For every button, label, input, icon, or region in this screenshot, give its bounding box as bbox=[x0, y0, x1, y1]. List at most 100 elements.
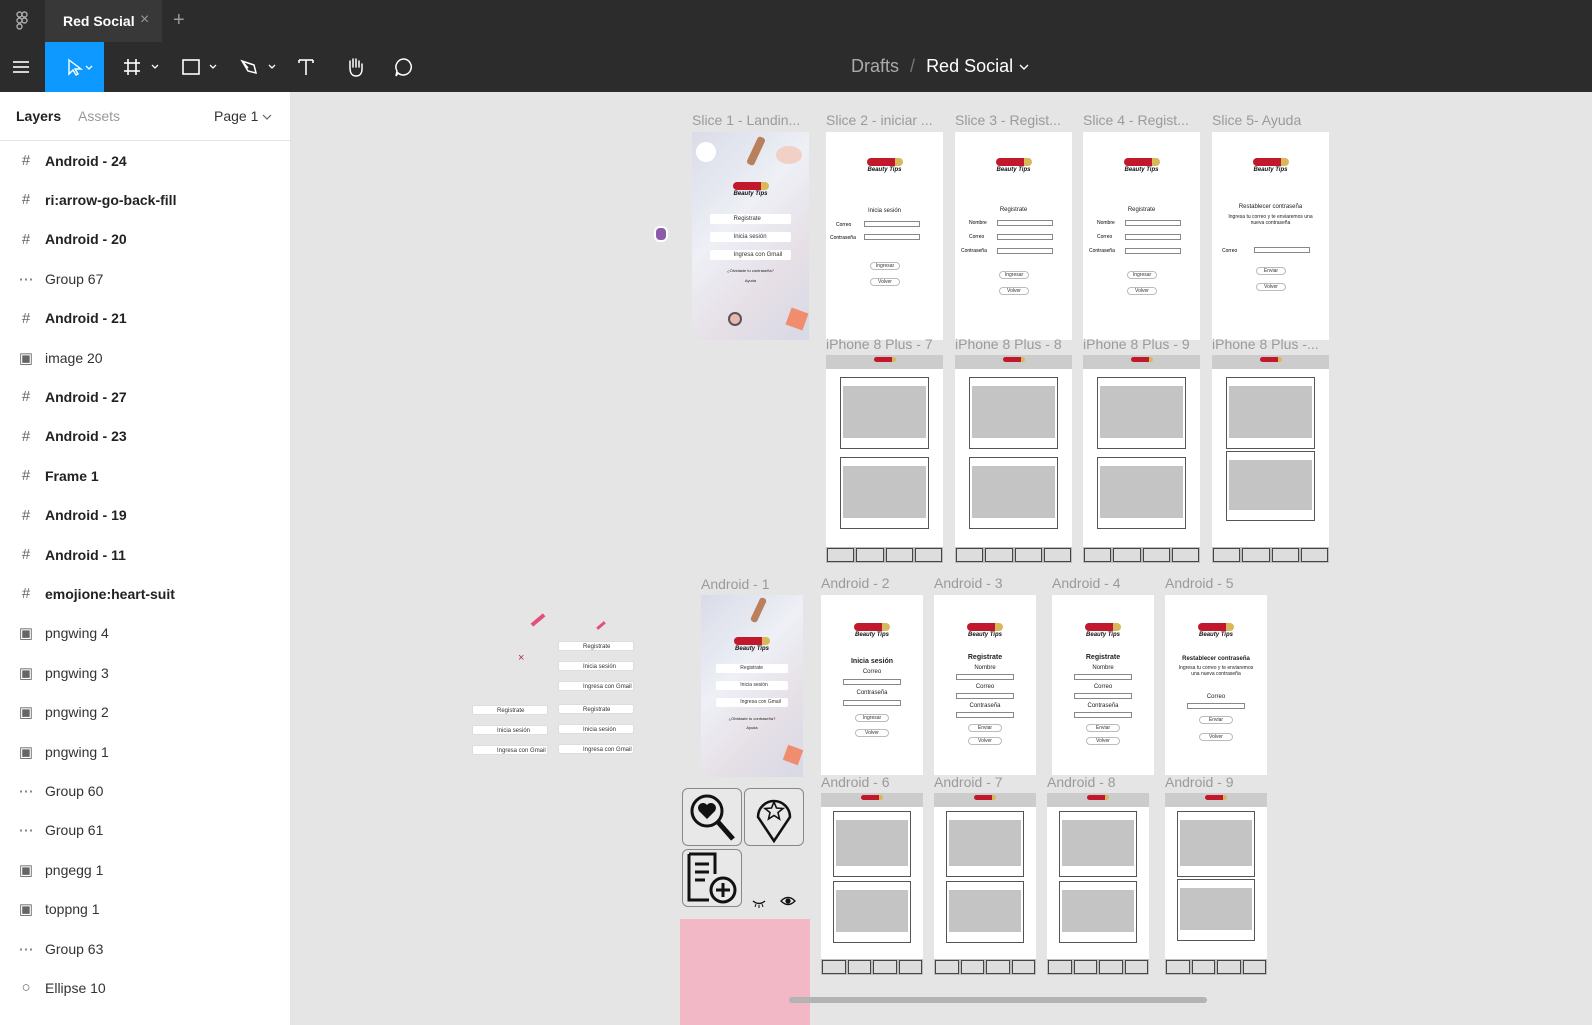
search-icon bbox=[986, 960, 1010, 974]
register-heading: Registrate bbox=[999, 207, 1028, 213]
location-star-icon[interactable] bbox=[744, 788, 804, 846]
frame-label-slice2[interactable]: Slice 2 - iniciar ... bbox=[826, 112, 944, 128]
registrate-button: Registrate bbox=[716, 664, 788, 673]
layer-row[interactable]: ▣ pngwing 2 bbox=[0, 693, 291, 732]
contrasena-field bbox=[956, 712, 1014, 718]
file-name[interactable]: Red Social bbox=[926, 56, 1013, 76]
file-tab[interactable]: Red Social × bbox=[45, 0, 162, 42]
text-tool-button[interactable] bbox=[289, 42, 323, 92]
location-icon bbox=[1171, 548, 1199, 562]
main-menu-button[interactable] bbox=[0, 42, 42, 92]
chevron-down-icon[interactable] bbox=[1018, 62, 1030, 72]
frame-slice4-register[interactable]: Beauty Tips Registrate Nombre Correo Con… bbox=[1083, 132, 1200, 340]
frame-label-android4[interactable]: Android - 4 bbox=[1052, 575, 1152, 591]
layer-name: Android - 23 bbox=[45, 428, 127, 445]
frame-label-iphone10[interactable]: iPhone 8 Plus -... bbox=[1212, 336, 1330, 352]
figma-menu-icon[interactable] bbox=[12, 10, 32, 32]
frame-slice1-landing[interactable]: Beauty Tips Registrate Inicia sesión Ing… bbox=[692, 132, 809, 340]
frame-label-iphone8[interactable]: iPhone 8 Plus - 8 bbox=[955, 336, 1073, 352]
frame-label-iphone9[interactable]: iPhone 8 Plus - 9 bbox=[1083, 336, 1201, 352]
add-post-icon[interactable] bbox=[682, 849, 742, 907]
tab-assets[interactable]: Assets bbox=[78, 108, 120, 124]
loose-components-group[interactable]: × Registrate Inicia sesión Ingresa con G… bbox=[468, 612, 638, 762]
horizontal-scrollbar[interactable] bbox=[789, 997, 1207, 1003]
frame-label-iphone7[interactable]: iPhone 8 Plus - 7 bbox=[826, 336, 944, 352]
layer-row[interactable]: # Android - 23 bbox=[0, 417, 291, 456]
post-image-placeholder bbox=[843, 466, 926, 518]
layer-row[interactable]: ○ Ellipse 10 bbox=[0, 968, 291, 1007]
frame-label-android9[interactable]: Android - 9 bbox=[1165, 774, 1265, 790]
post-image-placeholder bbox=[1062, 890, 1134, 932]
layer-row[interactable]: # Android - 11 bbox=[0, 535, 291, 574]
frame-label-android1[interactable]: Android - 1 bbox=[701, 576, 801, 592]
layer-row[interactable]: ▣ toppng 1 bbox=[0, 890, 291, 929]
header-logo-icon bbox=[1130, 357, 1153, 362]
eye-closed-icon[interactable] bbox=[751, 895, 767, 908]
post-image-placeholder bbox=[972, 386, 1055, 438]
layer-row[interactable]: ▣ pngwing 3 bbox=[0, 653, 291, 692]
move-tool-button[interactable] bbox=[45, 42, 104, 92]
frame-label-android7[interactable]: Android - 7 bbox=[934, 774, 1034, 790]
breadcrumb-drafts[interactable]: Drafts bbox=[851, 56, 899, 76]
layer-row[interactable]: ⋯ Group 67 bbox=[0, 259, 291, 298]
layer-row[interactable]: # Frame 1 bbox=[0, 456, 291, 495]
correo-label: Correo bbox=[1206, 694, 1226, 700]
frame-label-slice4[interactable]: Slice 4 - Regist... bbox=[1083, 112, 1201, 128]
layer-row[interactable]: # emojione:heart-suit bbox=[0, 574, 291, 613]
search-heart-icon[interactable] bbox=[682, 788, 742, 846]
tab-layers[interactable]: Layers bbox=[16, 108, 61, 124]
layer-row[interactable]: # Android - 19 bbox=[0, 496, 291, 535]
frame-label-android3[interactable]: Android - 3 bbox=[934, 575, 1034, 591]
frame-tool-button[interactable] bbox=[112, 42, 162, 92]
frame-android-feed[interactable] bbox=[821, 793, 923, 975]
layer-row[interactable]: # Android - 20 bbox=[0, 220, 291, 259]
pen-tool-button[interactable] bbox=[229, 42, 279, 92]
frame-label-android6[interactable]: Android - 6 bbox=[821, 774, 921, 790]
layer-row[interactable]: # Android - 27 bbox=[0, 377, 291, 416]
new-tab-button[interactable]: + bbox=[173, 9, 185, 32]
frame-iphone-feed[interactable] bbox=[1083, 355, 1200, 563]
layer-row[interactable]: ⋯ Group 63 bbox=[0, 929, 291, 968]
page-selector[interactable]: Page 1 bbox=[214, 108, 272, 124]
post-image-placeholder bbox=[1229, 460, 1312, 510]
layer-row[interactable]: # Android - 24 bbox=[0, 141, 291, 180]
image-layer-icon: ▣ bbox=[18, 901, 34, 919]
frame-label-android8[interactable]: Android - 8 bbox=[1047, 774, 1147, 790]
shape-tool-button[interactable] bbox=[170, 42, 220, 92]
contrasena-label: Contraseña bbox=[961, 248, 987, 254]
frame-android-feed[interactable] bbox=[1047, 793, 1149, 975]
hand-tool-button[interactable] bbox=[338, 42, 372, 92]
frame-iphone-feed[interactable] bbox=[955, 355, 1072, 563]
frame-android2-login[interactable]: Beauty Tips Inicia sesión Correo Contras… bbox=[821, 595, 923, 775]
frame-android-feed[interactable] bbox=[934, 793, 1036, 975]
layer-row[interactable]: ▣ pngegg 1 bbox=[0, 850, 291, 889]
forgot-password-text: ¿Olvidaste tu contraseña? bbox=[727, 268, 774, 273]
layer-row[interactable]: ▣ pngwing 1 bbox=[0, 732, 291, 771]
layer-row[interactable]: ▣ pngwing 4 bbox=[0, 614, 291, 653]
layer-row[interactable]: # Android - 21 bbox=[0, 299, 291, 338]
frame-android1-landing[interactable]: Beauty Tips Registrate Inicia sesión Ing… bbox=[701, 595, 804, 777]
frame-iphone-feed[interactable] bbox=[1212, 355, 1329, 563]
frame-slice3-register[interactable]: Beauty Tips Registrate Nombre Correo Con… bbox=[955, 132, 1072, 340]
layer-row[interactable]: # ri:arrow-go-back-fill bbox=[0, 180, 291, 219]
frame-label-slice3[interactable]: Slice 3 - Regist... bbox=[955, 112, 1073, 128]
frame-android-feed[interactable] bbox=[1165, 793, 1267, 975]
pink-rectangle[interactable] bbox=[680, 919, 810, 1025]
frame-label-android5[interactable]: Android - 5 bbox=[1165, 575, 1265, 591]
frame-slice5-help[interactable]: Beauty Tips Restablecer contraseña Ingre… bbox=[1212, 132, 1329, 340]
eye-open-icon[interactable] bbox=[780, 894, 796, 906]
frame-iphone-feed[interactable] bbox=[826, 355, 943, 563]
frame-android5-reset[interactable]: Beauty Tips Restablecer contraseña Ingre… bbox=[1165, 595, 1267, 775]
layer-row[interactable]: ▣ image 20 bbox=[0, 338, 291, 377]
layer-row[interactable]: ⋯ Group 61 bbox=[0, 811, 291, 850]
frame-android4-register[interactable]: Beauty Tips Registrate Nombre Correo Con… bbox=[1052, 595, 1154, 775]
frame-label-slice5[interactable]: Slice 5- Ayuda bbox=[1212, 112, 1330, 128]
frame-label-slice1[interactable]: Slice 1 - Landin... bbox=[692, 112, 810, 128]
design-canvas[interactable]: Slice 1 - Landin... Slice 2 - iniciar ..… bbox=[292, 92, 1592, 1025]
frame-label-android2[interactable]: Android - 2 bbox=[821, 575, 921, 591]
frame-slice2-login[interactable]: Beauty Tips Inicia sesión Correo Contras… bbox=[826, 132, 943, 340]
close-tab-icon[interactable]: × bbox=[140, 11, 149, 29]
comment-tool-button[interactable] bbox=[387, 42, 421, 92]
frame-android3-register[interactable]: Beauty Tips Registrate Nombre Correo Con… bbox=[934, 595, 1036, 775]
layer-row[interactable]: ⋯ Group 60 bbox=[0, 771, 291, 810]
